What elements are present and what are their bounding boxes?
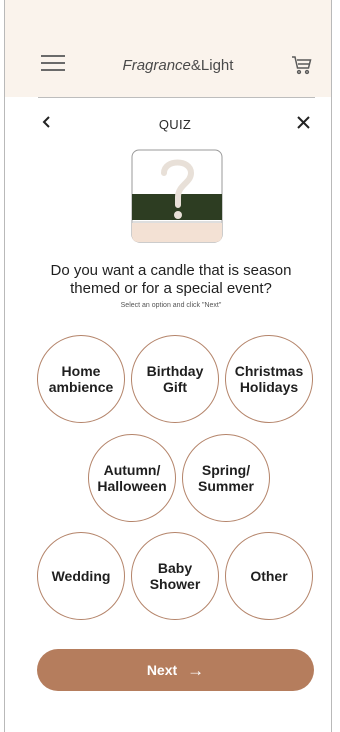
option-home-ambience[interactable]: Home ambience [37,335,125,423]
option-christmas-holidays[interactable]: Christmas Holidays [225,335,313,423]
next-button-label: Next [146,662,178,678]
brand-logo-text-part1: Fragrance [122,57,191,74]
header-divider [38,97,315,98]
option-label: Wedding [51,568,111,584]
app-header: Fragrance&Light [5,0,331,97]
brand-logo[interactable]: Fragrance&Light [110,57,246,74]
question-hint: Select an option and click "Next" [120,302,222,309]
close-icon[interactable] [297,116,310,129]
option-birthday-gift[interactable]: Birthday Gift [131,335,219,423]
option-label: Home ambience [48,363,114,395]
option-label: Spring/ Summer [197,462,255,494]
option-label: Other [250,568,288,584]
option-wedding[interactable]: Wedding [37,532,125,620]
shopping-cart-icon[interactable] [290,53,314,77]
option-baby-shower[interactable]: Baby Shower [131,532,219,620]
arrow-right-icon: → [187,660,205,680]
next-button[interactable]: Next → [37,649,314,691]
option-label: Baby Shower [149,560,201,592]
question-text: Do you want a candle that is season them… [50,262,292,297]
hamburger-menu-icon[interactable] [41,55,65,73]
option-label: Birthday Gift [146,363,204,395]
phone-frame-right-edge [331,0,332,732]
brand-logo-text-part2: &Light [190,57,234,74]
chevron-left-icon[interactable] [40,115,54,129]
option-spring-summer[interactable]: Spring/ Summer [182,434,270,522]
option-other[interactable]: Other [225,532,313,620]
option-label: Autumn/ Halloween [97,462,167,494]
phone-frame-left-edge [4,0,5,732]
quiz-title: QUIZ [158,117,192,132]
candle-question-illustration [131,149,223,243]
option-autumn-halloween[interactable]: Autumn/ Halloween [88,434,176,522]
option-label: Christmas Holidays [234,363,304,395]
